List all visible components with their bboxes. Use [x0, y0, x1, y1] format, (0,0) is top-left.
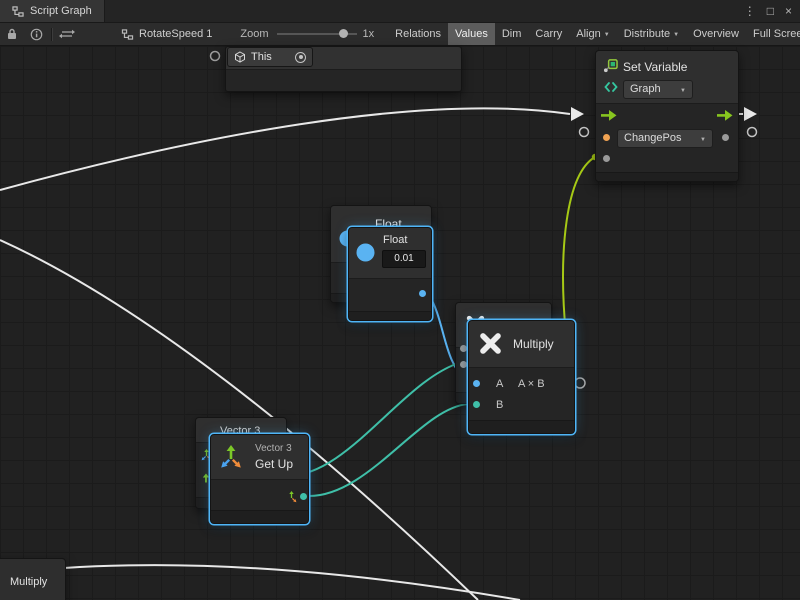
- port-input[interactable]: [460, 345, 467, 352]
- swap-arrows-icon[interactable]: [55, 29, 79, 39]
- toolbar-separator: [51, 28, 52, 41]
- variable-icon: [603, 59, 618, 73]
- port-unconnected[interactable]: [580, 128, 589, 137]
- node-vector3-get-up[interactable]: Vector 3 Get Up: [210, 434, 309, 524]
- menu-icon[interactable]: ⋮: [744, 5, 756, 17]
- zoom-value: 1x: [363, 28, 375, 40]
- graph-canvas[interactable]: This Set Variable Graph ▼ ChangePos ▼: [0, 46, 800, 600]
- variable-dropdown[interactable]: ChangePos ▼: [617, 129, 713, 148]
- flow-in-arrow-icon[interactable]: [601, 109, 617, 122]
- relations-button[interactable]: Relations: [388, 23, 448, 45]
- node-float[interactable]: Float 0.01: [348, 227, 432, 321]
- scope-dropdown[interactable]: Graph ▼: [623, 80, 693, 99]
- port-result-label: A × B: [518, 379, 545, 390]
- port-vector-output[interactable]: [300, 493, 307, 500]
- node-title: Float: [383, 235, 407, 246]
- port-b-label: B: [496, 400, 503, 411]
- port-a-input[interactable]: [473, 380, 480, 387]
- wire-flow-bottom[interactable]: [64, 565, 520, 600]
- values-button[interactable]: Values: [448, 23, 495, 45]
- port-unconnected[interactable]: [211, 52, 220, 61]
- port-input[interactable]: [460, 361, 467, 368]
- tab-title: Script Graph: [30, 5, 92, 17]
- port-a-label: A: [496, 379, 503, 390]
- unity-script-graph-window: Script Graph ⋮ □ × RotateSpeed 1 Zoom 1x: [0, 0, 800, 600]
- wire-arrowhead: [571, 107, 584, 121]
- graph-icon: [121, 29, 134, 40]
- chevron-down-icon: ▼: [673, 32, 679, 38]
- port-multiply-result[interactable]: [575, 378, 585, 388]
- tab-script-graph[interactable]: Script Graph: [0, 0, 105, 22]
- graph-name: RotateSpeed 1: [139, 28, 212, 40]
- graph-breadcrumb[interactable]: RotateSpeed 1: [121, 28, 212, 40]
- lock-icon[interactable]: [0, 28, 24, 40]
- port-extra[interactable]: [603, 155, 610, 162]
- vector3-arrows-icon: [218, 443, 244, 469]
- port-unconnected[interactable]: [748, 128, 757, 137]
- node-set-variable[interactable]: Set Variable Graph ▼ ChangePos ▼: [595, 50, 739, 182]
- overview-button[interactable]: Overview: [686, 23, 746, 45]
- align-button[interactable]: Align▼: [569, 23, 616, 45]
- distribute-button[interactable]: Distribute▼: [617, 23, 686, 45]
- zoom-slider-handle[interactable]: [339, 29, 348, 38]
- maximize-icon[interactable]: □: [767, 5, 774, 17]
- dim-button[interactable]: Dim: [495, 23, 529, 45]
- zoom-label: Zoom: [240, 28, 268, 40]
- node-title: This: [251, 52, 272, 63]
- port-value-output[interactable]: [722, 134, 729, 141]
- float-icon: [356, 243, 375, 262]
- port-this-output[interactable]: [295, 52, 306, 63]
- window-controls: ⋮ □ ×: [744, 0, 800, 22]
- node-title: Multiply: [10, 577, 47, 588]
- cube-icon: [234, 51, 246, 63]
- port-float-output[interactable]: [419, 290, 426, 297]
- node-type-label: Vector 3: [255, 444, 292, 454]
- wire-vector-front[interactable]: [307, 404, 468, 496]
- zoom-slider[interactable]: [277, 23, 357, 45]
- multiply-icon: [478, 331, 503, 356]
- wire-flow-left[interactable]: [0, 108, 570, 190]
- node-title: Get Up: [255, 458, 293, 470]
- code-icon: [604, 81, 618, 93]
- toolbar-actions: Relations Values Dim Carry Align▼ Distri…: [388, 23, 800, 45]
- chevron-down-icon: ▼: [680, 88, 686, 94]
- node-multiply[interactable]: Multiply A A × B B: [468, 320, 575, 434]
- node-title: Set Variable: [623, 61, 687, 73]
- fullscreen-button[interactable]: Full Screen: [746, 23, 800, 45]
- node-multiply-corner[interactable]: Multiply: [0, 558, 66, 600]
- chevron-down-icon: ▼: [700, 137, 706, 143]
- chevron-down-icon: ▼: [604, 32, 610, 38]
- tab-bar: Script Graph ⋮ □ ×: [0, 0, 800, 23]
- carry-button[interactable]: Carry: [528, 23, 569, 45]
- node-title: Multiply: [513, 338, 554, 350]
- float-value-input[interactable]: 0.01: [382, 250, 426, 268]
- port-b-input[interactable]: [473, 401, 480, 408]
- node-this[interactable]: This: [227, 47, 313, 67]
- flow-out-arrow-icon[interactable]: [717, 109, 733, 122]
- graph-toolbar: RotateSpeed 1 Zoom 1x Relations Values D…: [0, 23, 800, 46]
- script-graph-icon: [12, 6, 24, 17]
- vector3-output-icon: [285, 490, 298, 503]
- info-icon[interactable]: [24, 28, 48, 41]
- wire-variable[interactable]: [563, 157, 595, 336]
- port-value-input[interactable]: [603, 134, 610, 141]
- wire-arrowhead: [744, 107, 757, 121]
- close-icon[interactable]: ×: [785, 5, 792, 17]
